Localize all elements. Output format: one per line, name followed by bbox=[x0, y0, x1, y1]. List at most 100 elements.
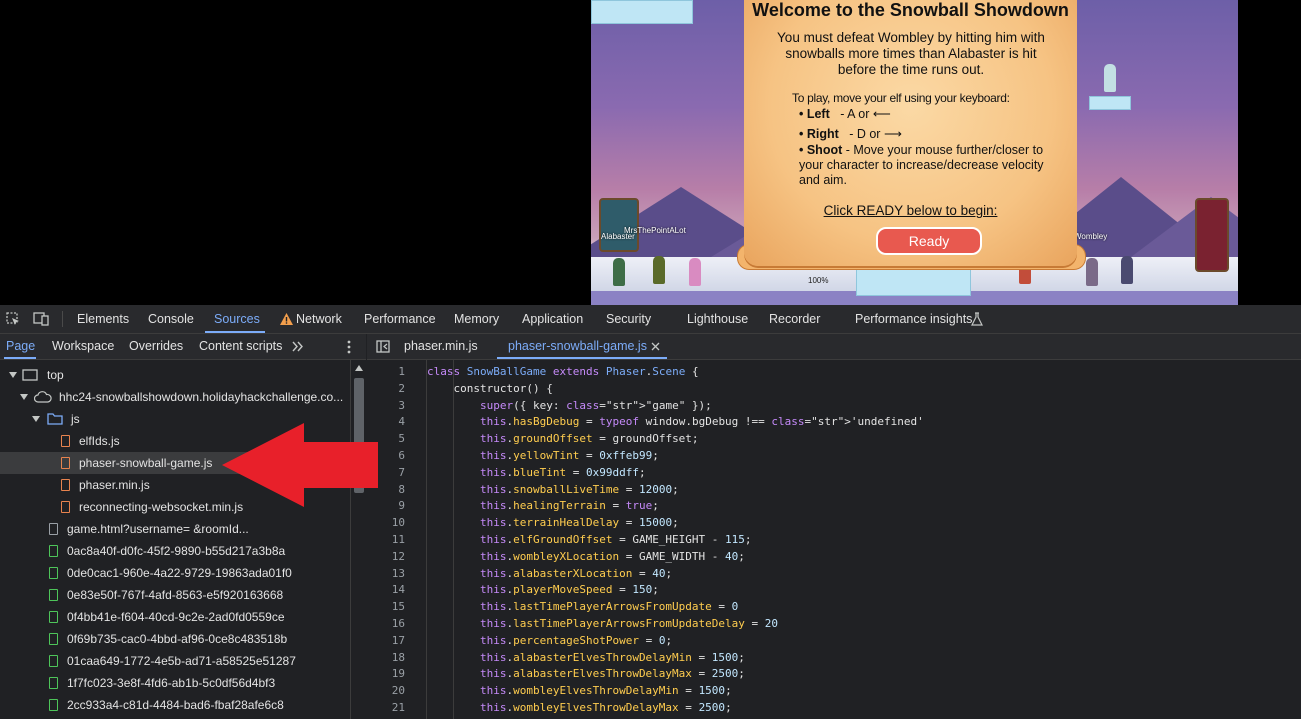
line-number: 19 bbox=[391, 667, 405, 681]
resource-file-icon bbox=[49, 567, 58, 579]
tab-recorder[interactable]: Recorder bbox=[769, 305, 820, 333]
tab-network[interactable]: Network bbox=[296, 305, 342, 333]
code-line: this.groundOffset = groundOffset; bbox=[479, 432, 699, 446]
resource-file-icon bbox=[49, 655, 58, 667]
editor-tab-snowball-game[interactable]: phaser-snowball-game.js bbox=[508, 334, 647, 359]
control-key: • Left bbox=[799, 107, 830, 121]
tab-page[interactable]: Page bbox=[6, 334, 35, 359]
expand-triangle-icon[interactable] bbox=[9, 372, 17, 378]
tree-label: reconnecting-websocket.min.js bbox=[79, 500, 244, 514]
close-icon[interactable] bbox=[651, 342, 660, 351]
device-toolbar-icon[interactable] bbox=[33, 312, 49, 326]
click-ready-text: Click READY below to begin: bbox=[823, 203, 998, 218]
tree-row-file[interactable]: 0ac8a40f-d0fc-45f2-9890-b55d217a3b8a bbox=[0, 540, 349, 562]
expand-triangle-icon[interactable] bbox=[32, 416, 40, 422]
right-team-label: Wombley bbox=[1074, 232, 1108, 241]
tree-label: 0f69b735-cac0-4bbd-af96-0ce8c483518b bbox=[67, 632, 288, 646]
cloud-icon bbox=[34, 391, 52, 403]
js-file-icon bbox=[61, 501, 70, 513]
code-line: this.blueTint = 0x99ddff; bbox=[479, 465, 646, 479]
ready-button[interactable]: Ready bbox=[876, 227, 982, 255]
tree-label: 0f4bb41e-f604-40cd-9c2e-2ad0fd0559ce bbox=[67, 610, 285, 624]
tree-row-file[interactable]: 0f69b735-cac0-4bbd-af96-0ce8c483518b bbox=[0, 628, 349, 650]
line-number: 3 bbox=[398, 398, 405, 412]
tree-label: 0de0cac1-960e-4a22-9729-19863ada01f0 bbox=[67, 566, 292, 580]
tree-row-file[interactable]: 2cc933a4-c81d-4484-bad6-fbaf28afe6c8 bbox=[0, 694, 349, 716]
code-line: this.snowballLiveTime = 12000; bbox=[479, 482, 679, 496]
tree-row-top[interactable]: top bbox=[0, 364, 349, 386]
tree-label: 01caa649-1772-4e5b-ad71-a58525e51287 bbox=[67, 654, 296, 668]
tree-label: game.html?username= &roomId... bbox=[67, 522, 249, 536]
control-shoot: • Shoot - Move your mouse further/closer… bbox=[799, 143, 1054, 188]
active-tab-indicator bbox=[205, 331, 265, 333]
tree-label: 1f7fc023-3e8f-4fd6-ab1b-5c0df56d4bf3 bbox=[67, 676, 276, 690]
tree-row-domain[interactable]: hhc24-snowballshowdown.holidayhackchalle… bbox=[0, 386, 349, 408]
expand-triangle-icon[interactable] bbox=[20, 394, 28, 400]
intro-text: You must defeat Wombley by hitting him w… bbox=[777, 30, 1045, 77]
tab-overrides[interactable]: Overrides bbox=[129, 334, 183, 359]
wombley-banner bbox=[1195, 198, 1229, 272]
code-line: class SnowBallGame extends Phaser.Scene … bbox=[427, 365, 699, 378]
resource-file-icon bbox=[49, 699, 58, 711]
line-number: 18 bbox=[391, 650, 405, 664]
flask-icon bbox=[971, 312, 983, 326]
tab-console[interactable]: Console bbox=[148, 305, 194, 333]
code-line: this.alabasterXLocation = 40; bbox=[479, 566, 673, 580]
resource-file-icon bbox=[49, 611, 58, 623]
tab-sources[interactable]: Sources bbox=[214, 305, 260, 333]
ice-platform bbox=[1089, 96, 1131, 110]
tab-security[interactable]: Security bbox=[606, 305, 651, 333]
tree-row-file[interactable]: 0f4bb41e-f604-40cd-9c2e-2ad0fd0559ce bbox=[0, 606, 349, 628]
js-file-icon bbox=[61, 435, 70, 447]
toggle-navigator-icon[interactable] bbox=[376, 340, 390, 353]
tree-row-file[interactable]: 01caa649-1772-4e5b-ad71-a58525e51287 bbox=[0, 650, 349, 672]
line-number: 21 bbox=[391, 701, 405, 714]
tab-elements[interactable]: Elements bbox=[77, 305, 129, 333]
tab-lighthouse[interactable]: Lighthouse bbox=[687, 305, 748, 333]
code-line: this.percentageShotPower = 0; bbox=[479, 633, 673, 647]
player-elf bbox=[689, 258, 701, 286]
inspect-element-icon[interactable] bbox=[6, 312, 20, 326]
tree-row-file[interactable]: game.html?username= &roomId... bbox=[0, 518, 349, 540]
tab-application[interactable]: Application bbox=[522, 305, 583, 333]
tree-row-file[interactable]: 1f7fc023-3e8f-4fd6-ab1b-5c0df56d4bf3 bbox=[0, 672, 349, 694]
elf bbox=[1086, 258, 1098, 286]
tree-row-file[interactable]: 0de0cac1-960e-4a22-9729-19863ada01f0 bbox=[0, 562, 349, 584]
code-line: constructor() { bbox=[427, 381, 553, 395]
resource-file-icon bbox=[49, 589, 58, 601]
js-file-icon bbox=[61, 479, 70, 491]
devtools-main-toolbar: Elements Console Sources Network Perform… bbox=[0, 305, 1301, 334]
ice-block bbox=[591, 0, 693, 24]
active-editor-tab-indicator bbox=[497, 357, 667, 359]
tab-workspace[interactable]: Workspace bbox=[52, 334, 114, 359]
code-editor[interactable]: 1 class SnowBallGame extends Phaser.Scene… bbox=[367, 360, 1301, 719]
devtools-panel: Elements Console Sources Network Perform… bbox=[0, 305, 1301, 719]
welcome-title: Welcome to the Snowball Showdown bbox=[752, 0, 1069, 20]
elf bbox=[1104, 64, 1116, 92]
code-line: this.wombleyElvesThrowDelayMax = 2500; bbox=[479, 701, 732, 714]
line-number: 14 bbox=[391, 583, 405, 597]
howto-text: To play, move your elf using your keyboa… bbox=[792, 91, 1010, 105]
navigator-scrollbar[interactable] bbox=[350, 360, 367, 719]
code-line: this.elfGroundOffset = GAME_HEIGHT - 115… bbox=[479, 533, 752, 546]
tree-label: js bbox=[71, 412, 80, 426]
tab-memory[interactable]: Memory bbox=[454, 305, 499, 333]
line-number: 17 bbox=[391, 633, 405, 647]
tab-content-scripts[interactable]: Content scripts bbox=[199, 334, 282, 359]
editor-tab-phaser-min[interactable]: phaser.min.js bbox=[404, 334, 478, 359]
toolbar-divider bbox=[62, 311, 63, 327]
game-canvas[interactable]: Alabaster Wombley MrsThePointALot Welcom… bbox=[591, 0, 1238, 305]
more-tabs-icon[interactable] bbox=[292, 341, 304, 352]
line-number: 13 bbox=[391, 566, 405, 580]
frame-icon bbox=[22, 369, 38, 381]
line-number: 10 bbox=[391, 516, 405, 530]
active-subtab-indicator bbox=[4, 357, 36, 359]
scroll-up-icon[interactable] bbox=[355, 365, 363, 371]
tab-performance[interactable]: Performance bbox=[364, 305, 436, 333]
tree-label: 0e83e50f-767f-4afd-8563-e5f920163668 bbox=[67, 588, 284, 602]
tab-performance-insights[interactable]: Performance insights bbox=[855, 305, 972, 333]
code-line: this.lastTimePlayerArrowsFromUpdateDelay… bbox=[479, 617, 779, 630]
control-left: • Left - A or ⟵ bbox=[799, 106, 891, 121]
kebab-menu-icon[interactable] bbox=[346, 340, 352, 354]
tree-row-file[interactable]: 0e83e50f-767f-4afd-8563-e5f920163668 bbox=[0, 584, 349, 606]
